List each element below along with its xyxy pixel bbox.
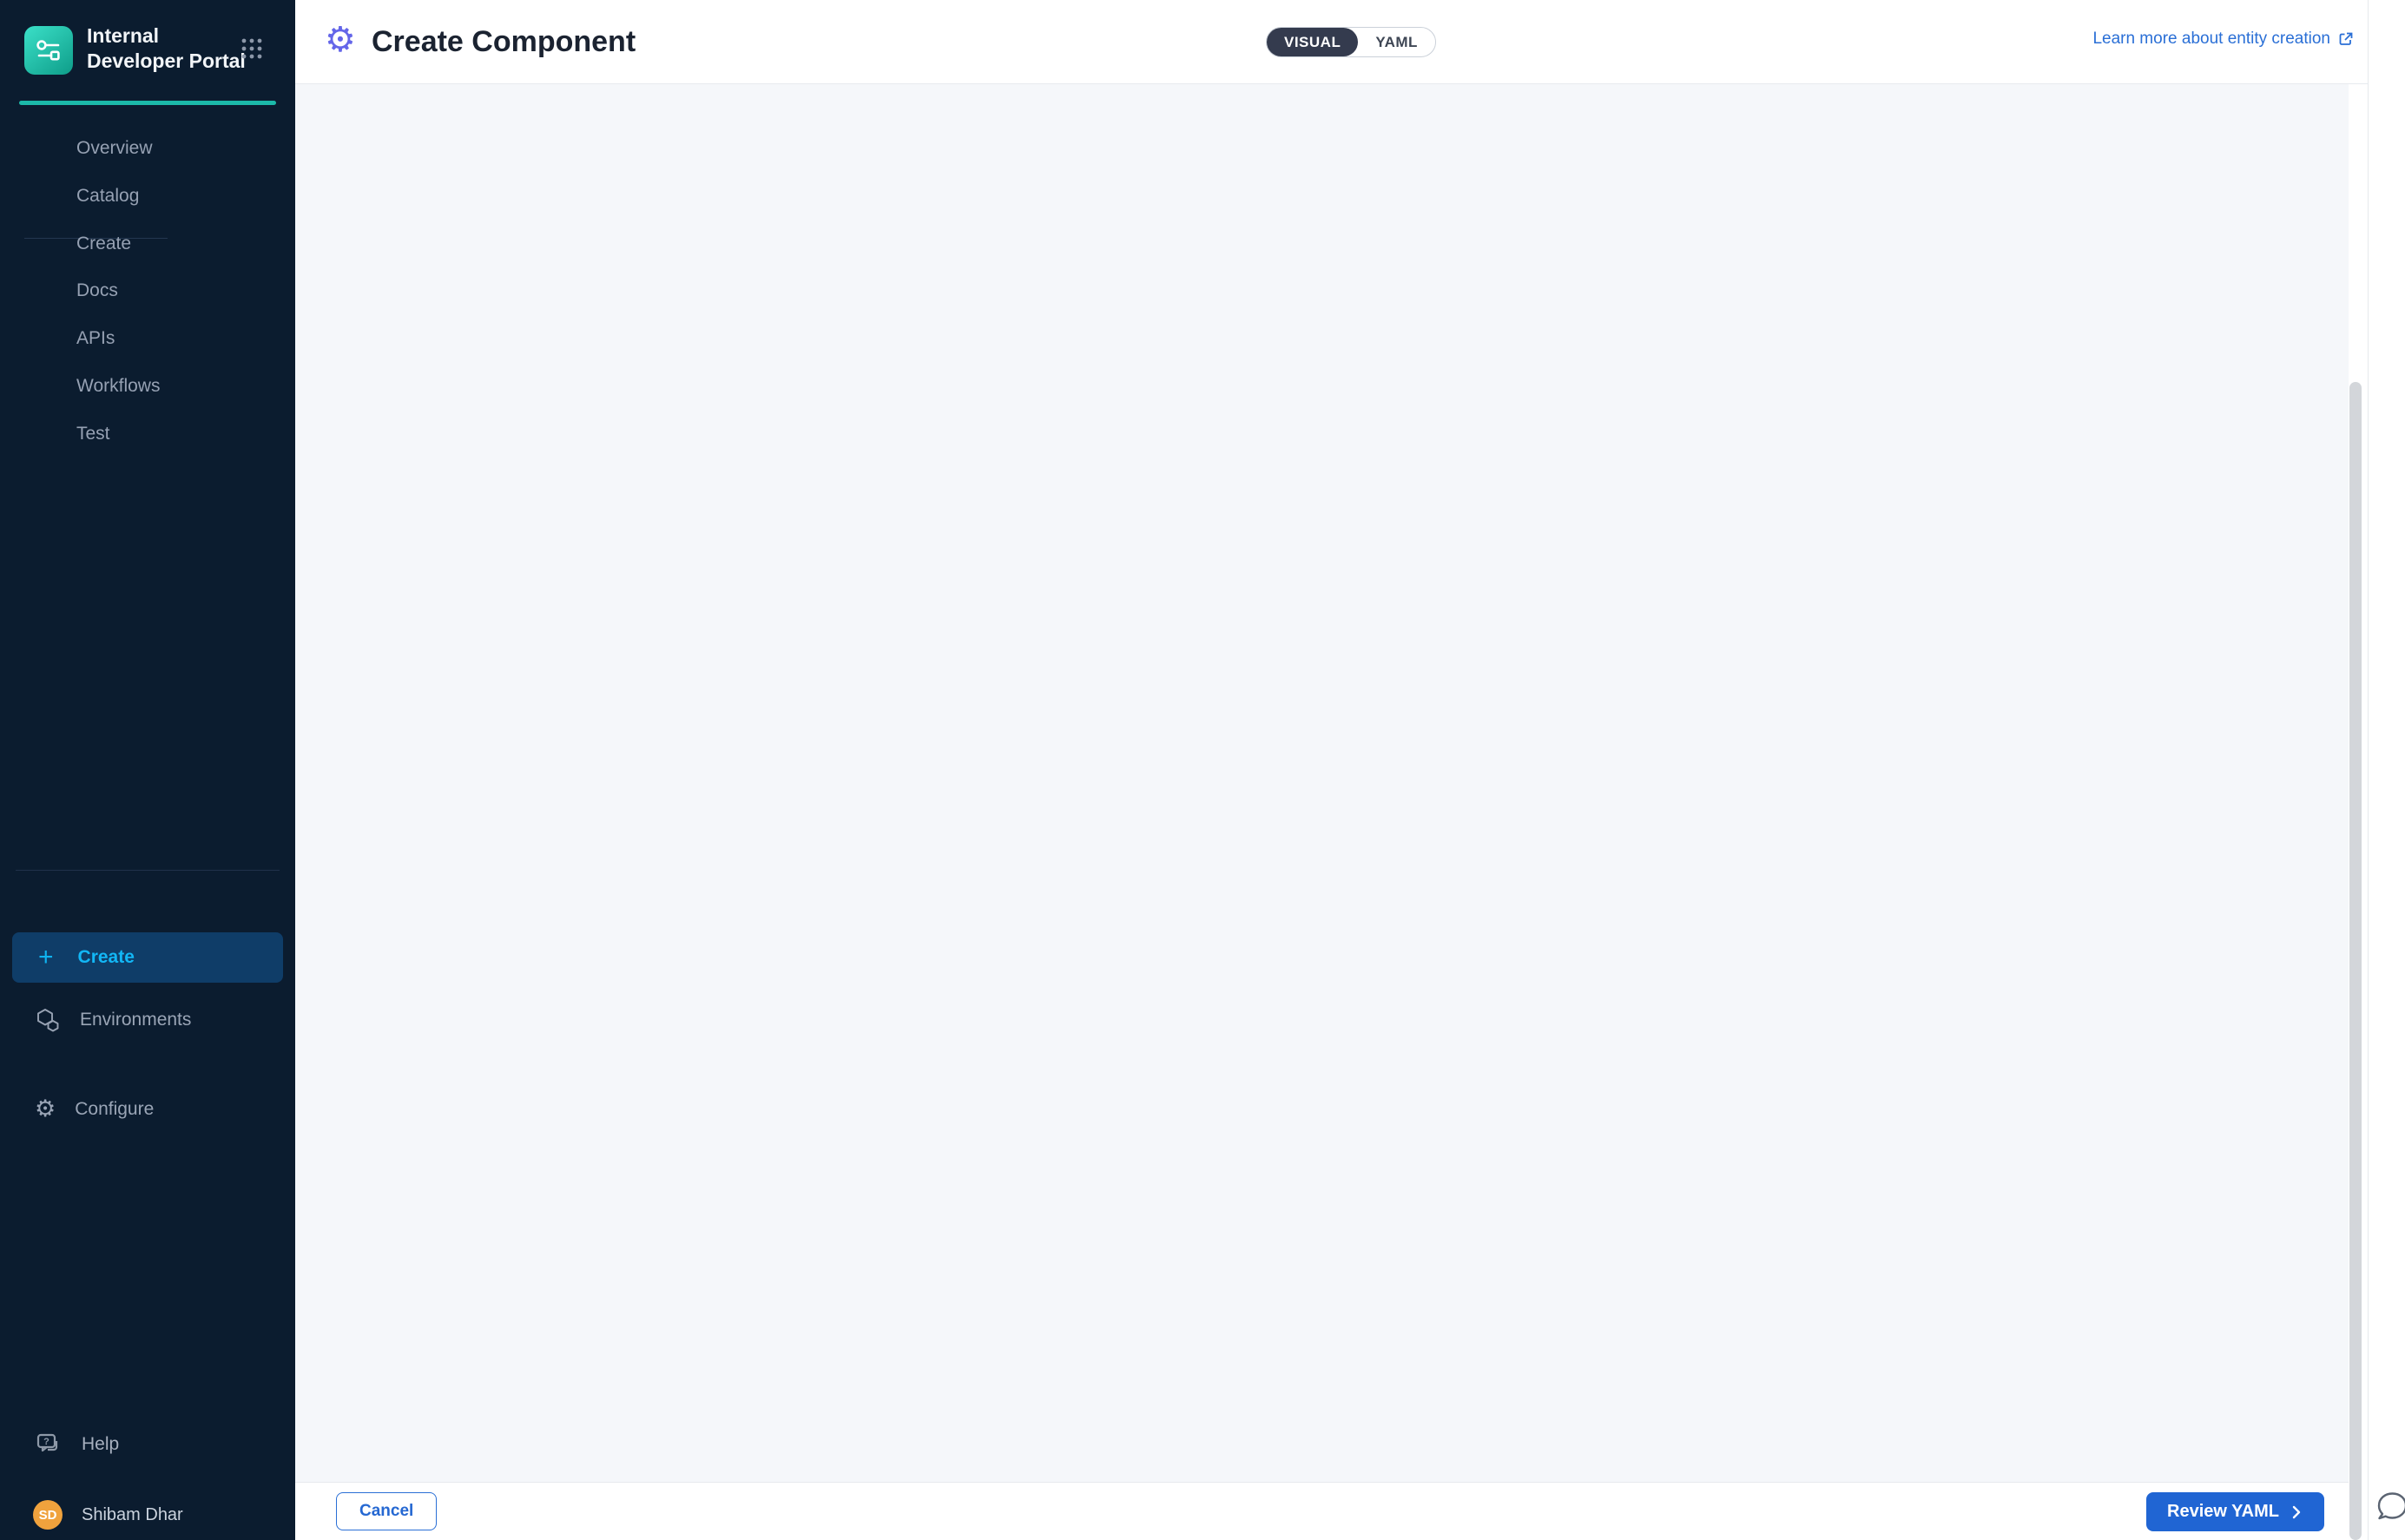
section-divider [16,870,280,871]
plus-icon: + [38,944,54,971]
sidebar-item-environments[interactable]: Environments [35,1007,191,1033]
help-button[interactable]: ? Help [35,1431,119,1458]
help-chat-icon: ? [35,1431,63,1458]
learn-more-entity-link[interactable]: Learn more about entity creation [2092,30,2355,49]
chevron-right-icon [2290,1505,2303,1519]
sidebar-item-configure[interactable]: ⚙ Configure [35,1097,154,1121]
sidebar-item-docs[interactable]: Docs [76,280,118,305]
sidebar-item-workflows[interactable]: Workflows [76,376,160,400]
page-title: Create Component [372,25,636,59]
logo-glyph-icon [34,36,63,65]
component-gear-icon: ⚙ [325,21,356,59]
chat-icon [2374,1486,2405,1524]
page-header: ⚙ Create Component VISUAL YAML Learn mor… [295,0,2368,84]
scroll-content [295,84,2349,1482]
sidebar-item-create[interactable]: Create [76,234,131,258]
app-sidebar: Internal Developer Portal Overview Catal… [0,0,295,1540]
sidebar-item-apis[interactable]: APIs [76,328,115,352]
sidebar-item-catalog[interactable]: Catalog [76,186,139,210]
avatar: SD [33,1500,63,1530]
mode-toggle: VISUAL YAML [1266,27,1436,57]
brand-divider [19,101,276,105]
action-footer: Cancel Review YAML [295,1482,2368,1540]
cancel-button[interactable]: Cancel [336,1492,437,1530]
tab-visual[interactable]: VISUAL [1267,28,1358,56]
brand-title: Internal Developer Portal [87,23,252,74]
sidebar-item-overview[interactable]: Overview [76,138,153,162]
user-name: Shibam Dhar [82,1505,183,1525]
tab-yaml[interactable]: YAML [1358,28,1435,56]
app-switcher-icon[interactable] [238,35,266,67]
hexagons-icon [35,1007,61,1033]
sidebar-item-test[interactable]: Test [76,424,110,448]
right-gutter [2368,0,2405,1540]
review-yaml-button[interactable]: Review YAML [2146,1492,2324,1531]
harness-idp-logo [24,26,73,75]
sidebar-item-create-action[interactable]: + Create [12,932,283,983]
external-link-icon [2337,30,2355,48]
scrollbar-thumb[interactable] [2349,382,2362,1540]
gear-icon: ⚙ [35,1097,56,1121]
chat-launcher-button[interactable] [2374,1486,2405,1529]
svg-text:?: ? [43,1437,49,1447]
user-menu[interactable]: SD Shibam Dhar [33,1500,183,1530]
